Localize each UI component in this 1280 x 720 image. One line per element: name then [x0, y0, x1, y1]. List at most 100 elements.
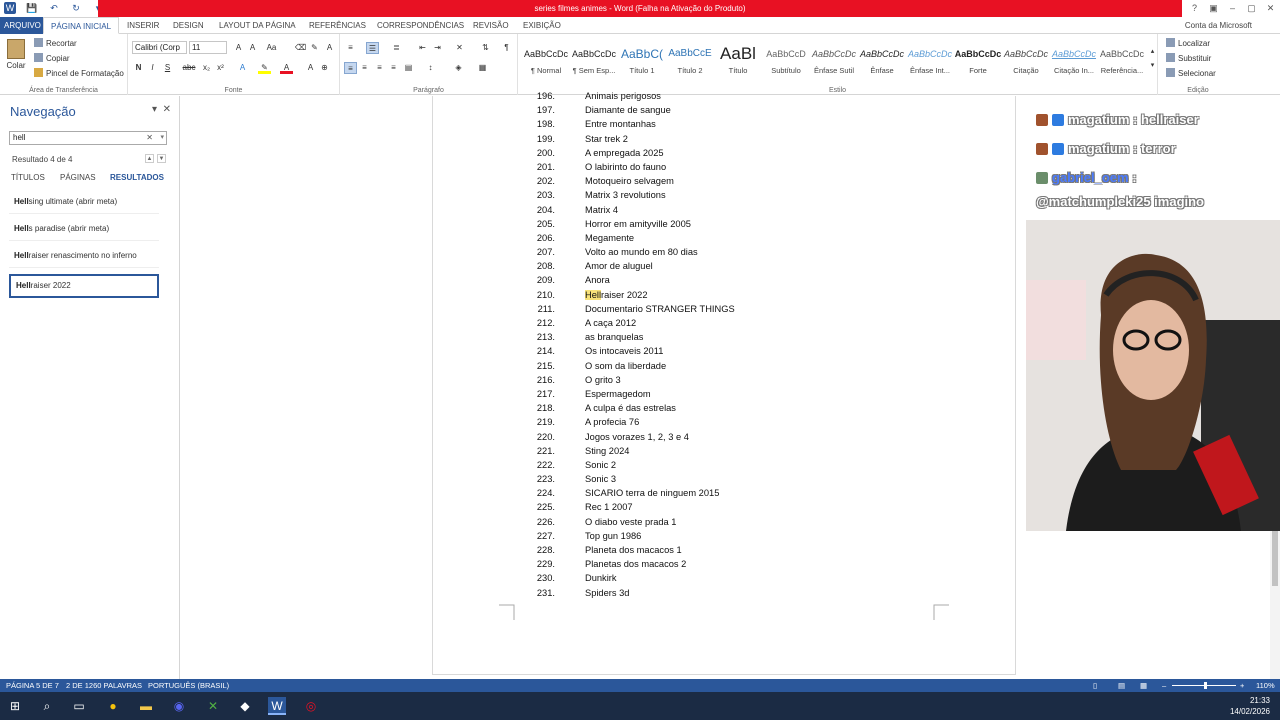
- change-case-icon[interactable]: Aa: [265, 42, 278, 54]
- file-explorer-icon[interactable]: ▬: [137, 697, 155, 715]
- tab-insert[interactable]: INSERIR: [120, 17, 166, 34]
- tab-mailings[interactable]: CORRESPONDÊNCIAS: [370, 17, 471, 34]
- tab-pages[interactable]: PÁGINAS: [60, 173, 96, 182]
- list-item[interactable]: 196. Animais perigosos: [433, 89, 1017, 103]
- subscript-button[interactable]: x₂: [200, 62, 213, 74]
- list-item[interactable]: 218. A culpa é das estrelas: [433, 401, 1017, 415]
- word-taskbar-icon[interactable]: W: [268, 697, 286, 715]
- obs-icon[interactable]: ◎: [302, 697, 320, 715]
- search-icon[interactable]: ⌕: [38, 697, 56, 715]
- list-item[interactable]: 209. Anora: [433, 273, 1017, 287]
- ribbon-display-button[interactable]: ▣: [1204, 0, 1223, 17]
- result-item[interactable]: Hellsing ultimate (abrir meta): [9, 190, 159, 214]
- style-strong[interactable]: AaBbCcDc Forte: [954, 42, 1002, 82]
- list-item[interactable]: 201. O labirinto do fauno: [433, 160, 1017, 174]
- clear-search-icon[interactable]: ✕: [146, 132, 153, 144]
- style-intense-emphasis[interactable]: AaBbCcDc Ênfase Int...: [906, 42, 954, 82]
- tab-design[interactable]: DESIGN: [166, 17, 211, 34]
- next-result-icon[interactable]: ▼: [157, 154, 166, 163]
- zoom-level[interactable]: 110%: [1256, 679, 1275, 692]
- account-name[interactable]: Conta da Microsoft: [1185, 17, 1252, 34]
- multilevel-list-icon[interactable]: ≣: [390, 42, 403, 54]
- list-item[interactable]: 203. Matrix 3 revolutions: [433, 188, 1017, 202]
- list-item[interactable]: 211. Documentario STRANGER THINGS: [433, 302, 1017, 316]
- tab-home[interactable]: PÁGINA INICIAL: [43, 17, 120, 34]
- list-item[interactable]: 231. Spiders 3d: [433, 586, 1017, 600]
- result-item[interactable]: Hellraiser renascimento no inferno: [9, 244, 159, 268]
- style-heading-2[interactable]: AaBbCcE Título 2: [666, 42, 714, 82]
- style-quote[interactable]: AaBbCcDc Citação: [1002, 42, 1050, 82]
- list-item[interactable]: 226. O diabo veste prada 1: [433, 515, 1017, 529]
- list-item[interactable]: 215. O som da liberdade: [433, 359, 1017, 373]
- numbering-icon[interactable]: ☰: [366, 42, 379, 54]
- list-item[interactable]: 206. Megamente: [433, 231, 1017, 245]
- shrink-font-icon[interactable]: A: [246, 42, 259, 54]
- show-marks-icon[interactable]: ¶: [500, 42, 513, 54]
- font-name-select[interactable]: Calibri (Corp: [132, 41, 187, 54]
- list-item[interactable]: 212. A caça 2012: [433, 316, 1017, 330]
- clear-format-icon[interactable]: ⌫: [294, 42, 307, 54]
- task-view-icon[interactable]: ▭: [70, 697, 88, 715]
- list-item[interactable]: 202. Motoqueiro selvagem: [433, 174, 1017, 188]
- search-options-icon[interactable]: ▾: [160, 132, 164, 144]
- tab-file[interactable]: ARQUIVO: [0, 17, 45, 34]
- italic-button[interactable]: I: [146, 62, 159, 74]
- zoom-out-icon[interactable]: –: [1162, 679, 1166, 692]
- list-item[interactable]: 217. Espermagedom: [433, 387, 1017, 401]
- restore-button[interactable]: ▢: [1242, 0, 1261, 17]
- list-item[interactable]: 230. Dunkirk: [433, 571, 1017, 585]
- undo-icon[interactable]: ↶: [48, 2, 60, 14]
- previous-result-icon[interactable]: ▲: [145, 154, 154, 163]
- align-right-icon[interactable]: ≡: [373, 62, 386, 74]
- list-item[interactable]: 216. O grito 3: [433, 373, 1017, 387]
- style-normal[interactable]: AaBbCcDc ¶ Normal: [522, 42, 570, 82]
- list-item[interactable]: 219. A profecia 76: [433, 415, 1017, 429]
- tab-review[interactable]: REVISÃO: [466, 17, 516, 34]
- increase-indent-icon[interactable]: ⇥: [431, 42, 444, 54]
- redo-icon[interactable]: ↻: [70, 2, 82, 14]
- help-button[interactable]: ?: [1185, 0, 1204, 17]
- style-heading-1[interactable]: AaBbC(Título 1: [618, 42, 666, 82]
- list-item[interactable]: 197. Diamante de sangue: [433, 103, 1017, 117]
- web-layout-icon[interactable]: ▦: [1140, 679, 1147, 692]
- borders-icon[interactable]: ▦: [476, 62, 489, 74]
- clock[interactable]: 21:33 14/02/2026: [1230, 695, 1270, 717]
- tab-view[interactable]: EXIBIÇÃO: [516, 17, 568, 34]
- font-color-icon[interactable]: A: [280, 62, 293, 74]
- style-subtitle[interactable]: AaBbCcD Subtítulo: [762, 42, 810, 82]
- tab-references[interactable]: REFERÊNCIAS: [302, 17, 373, 34]
- style-title[interactable]: AaBl Título: [714, 42, 762, 82]
- align-center-icon[interactable]: ≡: [358, 62, 371, 74]
- grow-font-icon[interactable]: A: [232, 42, 245, 54]
- line-spacing-icon[interactable]: ↕: [424, 62, 437, 74]
- list-item[interactable]: 220. Jogos vorazes 1, 2, 3 e 4: [433, 430, 1017, 444]
- style-emphasis[interactable]: AaBbCcDc Ênfase: [858, 42, 906, 82]
- security-icon[interactable]: ◆: [236, 697, 254, 715]
- superscript-button[interactable]: x²: [214, 62, 227, 74]
- shading-icon[interactable]: ◈: [452, 62, 465, 74]
- list-item[interactable]: 221. Sting 2024: [433, 444, 1017, 458]
- language-indicator[interactable]: PORTUGUÊS (BRASIL): [148, 679, 229, 692]
- list-item[interactable]: 214. Os intocaveis 2011: [433, 344, 1017, 358]
- char-shading-icon[interactable]: A: [304, 62, 317, 74]
- result-item[interactable]: Hells paradise (abrir meta): [9, 217, 159, 241]
- save-icon[interactable]: 💾: [26, 2, 38, 14]
- tab-headings[interactable]: TÍTULOS: [11, 173, 45, 182]
- highlight-color-icon[interactable]: ✎: [258, 62, 271, 74]
- tab-results[interactable]: RESULTADOS: [110, 173, 164, 182]
- list-item[interactable]: 207. Volto ao mundo em 80 dias: [433, 245, 1017, 259]
- list-item[interactable]: 223. Sonic 3: [433, 472, 1017, 486]
- list-item[interactable]: 213. as branquelas: [433, 330, 1017, 344]
- enclose-char-icon[interactable]: ⊕: [318, 62, 331, 74]
- list-item[interactable]: 205. Horror em amityville 2005: [433, 217, 1017, 231]
- start-icon[interactable]: ⊞: [6, 697, 24, 715]
- list-item[interactable]: 229. Planetas dos macacos 2: [433, 557, 1017, 571]
- cut-button[interactable]: Recortar: [34, 38, 77, 49]
- zoom-slider-thumb[interactable]: [1204, 682, 1207, 689]
- decrease-indent-icon[interactable]: ⇤: [416, 42, 429, 54]
- select-button[interactable]: Selecionar: [1166, 68, 1216, 79]
- chrome-icon[interactable]: ●: [104, 697, 122, 715]
- replace-button[interactable]: Substituir: [1166, 53, 1211, 64]
- search-input[interactable]: hell ✕ ▾: [9, 131, 167, 145]
- tab-layout[interactable]: LAYOUT DA PÁGINA: [212, 17, 303, 34]
